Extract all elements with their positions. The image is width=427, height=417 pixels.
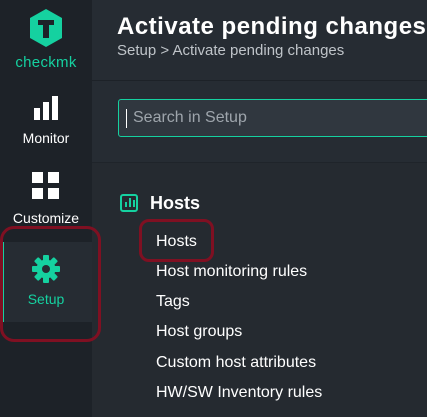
- logo-text: checkmk: [15, 54, 77, 71]
- sidebar-item-customize[interactable]: Customize: [0, 162, 92, 232]
- checkmk-logo[interactable]: checkmk: [0, 0, 92, 80]
- grid-icon: [0, 172, 92, 200]
- page-header: Activate pending changes Setup > Activat…: [92, 0, 427, 81]
- text-cursor: [126, 109, 127, 128]
- sidebar: checkmk Monitor Customize Setup: [0, 0, 92, 417]
- page-title: Activate pending changes: [117, 13, 427, 40]
- menu-item-tags[interactable]: Tags: [156, 293, 190, 311]
- menu-item-custom-host-attributes[interactable]: Custom host attributes: [156, 354, 316, 372]
- sidebar-item-setup[interactable]: Setup: [0, 242, 92, 322]
- sidebar-item-label: Setup: [27, 291, 65, 307]
- menu-item-host-monitoring-rules[interactable]: Host monitoring rules: [156, 263, 307, 281]
- menu-item-hosts[interactable]: Hosts: [156, 233, 197, 251]
- sidebar-item-monitor[interactable]: Monitor: [0, 88, 92, 158]
- breadcrumb[interactable]: Setup > Activate pending changes: [117, 42, 344, 59]
- checkmk-logo-icon: [30, 9, 62, 47]
- search-input[interactable]: Search in Setup: [118, 99, 427, 137]
- sidebar-item-label: Customize: [12, 210, 80, 226]
- sidebar-item-label: Monitor: [22, 130, 70, 146]
- bar-chart-icon: [0, 96, 92, 120]
- menu-item-hw-sw-inventory-rules[interactable]: HW/SW Inventory rules: [156, 384, 322, 402]
- section-title: Hosts: [150, 193, 201, 213]
- search-placeholder: Search in Setup: [133, 109, 247, 126]
- hosts-section-icon: [120, 194, 138, 212]
- setup-menu: Hosts Hosts Host monitoring rules Tags H…: [92, 163, 427, 417]
- search-bar: Search in Setup: [92, 81, 427, 163]
- gear-icon: [0, 254, 92, 284]
- menu-item-host-groups[interactable]: Host groups: [156, 323, 242, 341]
